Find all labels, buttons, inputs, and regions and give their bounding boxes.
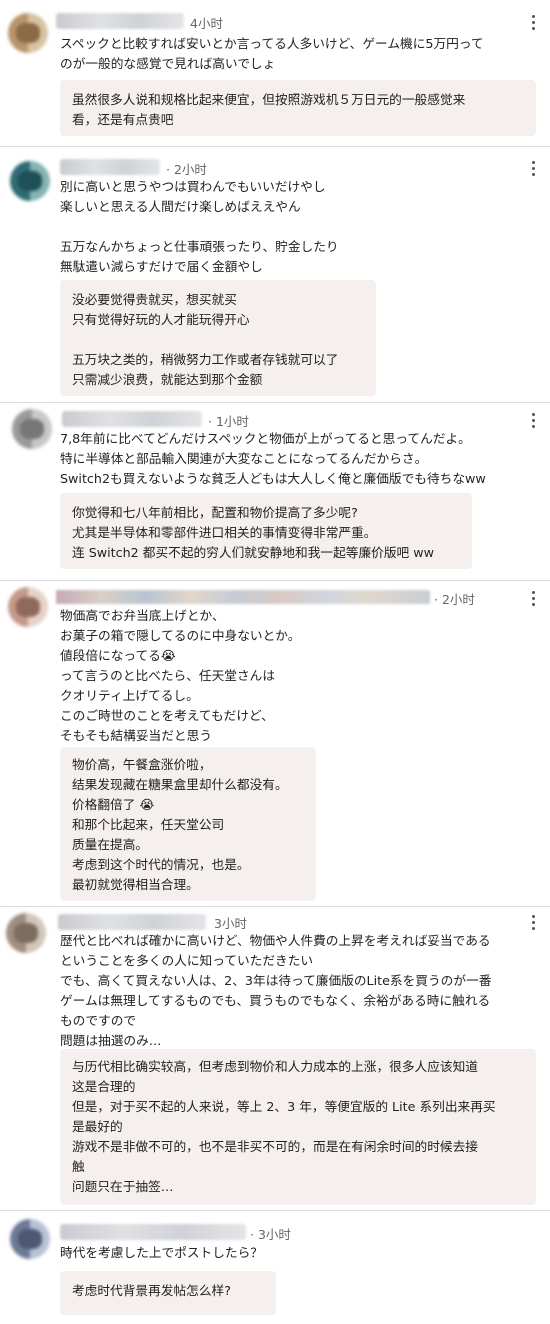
text-line: 连 Switch2 都买不起的穷人们就安静地和我一起等廉价版吧 ww [72,545,434,560]
username-blurred[interactable] [58,914,206,930]
text-line: 五万块之类的，稍微努力工作或者存钱就可以了 [72,352,339,367]
username-blurred[interactable] [56,13,184,29]
translation-bubble: 没必要觉得贵就买，想买就买 只有觉得好玩的人才能玩得开心 五万块之类的，稍微努力… [60,280,376,396]
text-line: でも、高くて買えない人は、2、3年は待って廉価版のLite系を買うのが一番 [60,973,492,988]
post-original-text: スペックと比較すれば安いとか言ってる人多いけど、ゲーム機に5万円って のが一般的… [60,34,536,74]
text-line: 物价高，午餐盒涨价啦， [72,757,212,772]
text-line: 虽然很多人说和规格比起来便宜，但按照游戏机５万日元的一般感觉来 [72,92,466,107]
translation-bubble: 与历代相比确实较高，但考虑到物价和人力成本的上涨，很多人应该知道 这是合理的 但… [60,1049,536,1205]
text-line: 只需减少浪费，就能达到那个金额 [72,372,263,387]
avatar-blur [20,419,44,439]
post-3: · 1小时 7,8年前に比べてどんだけスペックと物価が上がってると思ってんだよ。… [0,403,550,575]
text-line: 7,8年前に比べてどんだけスペックと物価が上がってると思ってんだよ。 [60,431,471,446]
post-6: · 3小时 時代を考慮した上でポストしたら？ 考虑时代背景再发帖怎么样? [0,1211,550,1324]
text-line: このご時世のことを考えてもだけど、 [60,708,274,723]
avatar[interactable] [8,587,48,627]
text-line: 楽しいと思える人間だけ楽しめばええやん [60,199,301,214]
text-line: ものですので [60,1013,137,1028]
text-line: 考虑到这个时代的情况，也是。 [72,857,250,872]
post-original-text: 物価高でお弁当底上げとか、 お菓子の箱で隠してるのに中身ないとか。 値段倍になっ… [60,606,536,746]
post-original-text: 時代を考慮した上でポストしたら？ [60,1243,536,1263]
text-line: 特に半導体と部品輸入関連が大変なことになってるんだからさ。 [60,451,428,466]
more-options-icon[interactable] [532,589,536,607]
text-line: 这是合理的 [72,1079,136,1094]
avatar[interactable] [10,161,50,201]
username-blurred[interactable] [62,411,202,427]
avatar-blur [18,1229,42,1249]
avatar-blur [14,923,38,943]
text-line: 別に高いと思うやつは買わんでもいいだけやし [60,179,326,194]
more-options-icon[interactable] [532,13,536,31]
post-4: · 2小时 物価高でお弁当底上げとか、 お菓子の箱で隠してるのに中身ないとか。 … [0,581,550,903]
avatar-blur [16,23,40,43]
post-1: 4小时 スペックと比較すれば安いとか言ってる人多いけど、ゲーム機に5万円って の… [0,0,550,136]
post-original-text: 歴代と比べれば確かに高いけど、物価や人件費の上昇を考えれば妥当である ということ… [60,931,536,1051]
text-line: 结果发现藏在糖果盒里却什么都没有。 [72,777,288,792]
text-line: 五万なんかちょっと仕事頑張ったり、貯金したり [60,239,339,254]
text-line: 但是，对于买不起的人来说，等上 2、3 年，等便宜版的 Lite 系列出来再买 [72,1099,496,1114]
text-line-gap [72,330,364,350]
text-line: 歴代と比べれば確かに高いけど、物価や人件費の上昇を考えれば妥当である [60,933,491,948]
post-5: 3小时 歴代と比べれば確かに高いけど、物価や人件費の上昇を考えれば妥当である と… [0,907,550,1205]
text-line: のが一般的な感覚で見れば高いでしょ [60,56,276,71]
text-line: 你觉得和七八年前相比，配置和物价提高了多少呢? [72,505,358,520]
text-line: 和那个比起来，任天堂公司 [72,817,225,832]
avatar-blur [18,171,42,191]
text-line: 値段倍になってる😭 [60,648,176,663]
text-line: 最初就觉得相当合理。 [72,877,199,892]
text-line: 無駄遣い減らすだけで届く金額やし [60,259,263,274]
avatar[interactable] [10,1219,50,1259]
text-line: 問題は抽選のみ… [60,1033,162,1048]
text-line: ゲームは無理してするものでも、買うものでもなく、余裕がある時に触れる [60,993,491,1008]
avatar[interactable] [12,409,52,449]
text-line: 游戏不是非做不可的，也不是非买不可的，而是在有闲余时间的时候去接 [72,1139,478,1154]
text-line: 考虑时代背景再发帖怎么样? [72,1283,231,1298]
more-options-icon[interactable] [532,913,536,931]
translation-bubble: 你觉得和七八年前相比，配置和物价提高了多少呢? 尤其是半导体和零部件进口相关的事… [60,493,472,569]
post-time: 4小时 [190,16,223,31]
text-line: 价格翻倍了 😭 [72,797,155,812]
translation-bubble: 虽然很多人说和规格比起来便宜，但按照游戏机５万日元的一般感觉来 看，还是有点贵吧 [60,80,536,136]
post-original-text: 別に高いと思うやつは買わんでもいいだけやし 楽しいと思える人間だけ楽しめばええや… [60,177,536,277]
text-line: 没必要觉得贵就买，想买就买 [72,292,237,307]
username-blurred[interactable] [56,590,430,604]
avatar[interactable] [8,13,48,53]
text-line: 看，还是有点贵吧 [72,112,174,127]
text-line: 与历代相比确实较高，但考虑到物价和人力成本的上涨，很多人应该知道 [72,1059,478,1074]
text-line: スペックと比較すれば安いとか言ってる人多いけど、ゲーム機に5万円って [60,36,484,51]
text-line: 是最好的 [72,1119,123,1134]
text-line: お菓子の箱で隠してるのに中身ないとか。 [60,628,301,643]
post-original-text: 7,8年前に比べてどんだけスペックと物価が上がってると思ってんだよ。 特に半導体… [60,429,536,489]
post-2: · 2小时 別に高いと思うやつは買わんでもいいだけやし 楽しいと思える人間だけ楽… [0,147,550,397]
text-line: Switch2も買えないような貧乏人どもは大人しく俺と廉価版でも待ちなww [60,471,486,486]
text-line: 只有觉得好玩的人才能玩得开心 [72,312,250,327]
text-line: 時代を考慮した上でポストしたら？ [60,1245,263,1260]
avatar[interactable] [6,913,46,953]
text-line: 物価高でお弁当底上げとか、 [60,608,225,623]
text-line: 质量在提高。 [72,837,149,852]
avatar-blur [16,597,40,617]
text-line: そもそも結構妥当だと思う [60,728,212,743]
text-line: 问题只在于抽签… [72,1179,174,1194]
username-blurred[interactable] [60,1224,246,1240]
text-line: って言うのと比べたら、任天堂さんは [60,668,276,683]
text-line: 触 [72,1159,85,1174]
translation-bubble: 物价高，午餐盒涨价啦， 结果发现藏在糖果盒里却什么都没有。 价格翻倍了 😭 和那… [60,747,316,901]
post-time: · 2小时 [166,162,207,177]
post-time: 3小时 [214,916,247,931]
translation-bubble: 考虑时代背景再发帖怎么样? [60,1271,276,1315]
text-line: クオリティ上げてるし。 [60,688,199,703]
post-time: · 1小时 [208,414,249,429]
text-line-gap [60,217,536,237]
post-time: · 3小时 [250,1227,291,1242]
more-options-icon[interactable] [532,411,536,429]
username-blurred[interactable] [60,159,160,175]
text-line: 尤其是半导体和零部件进口相关的事情变得非常严重。 [72,525,377,540]
text-line: ということを多くの人に知っていただきたい [60,953,314,968]
more-options-icon[interactable] [532,159,536,177]
